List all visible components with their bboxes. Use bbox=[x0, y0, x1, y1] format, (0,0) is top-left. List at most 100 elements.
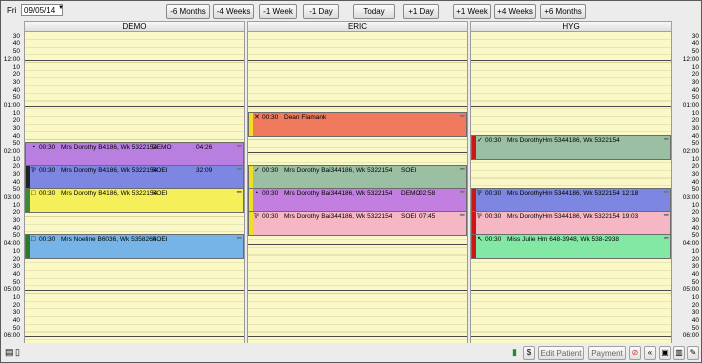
appointment-block[interactable]: ⅌ 00:30 Mrs Dorothy Bai344186, Wk 5322154 S… bbox=[248, 211, 467, 237]
appointment-length: 00:30 bbox=[262, 213, 279, 221]
payment-dollar-button[interactable]: $ bbox=[523, 346, 535, 360]
hour-line bbox=[471, 336, 671, 338]
appointment-length: 00:30 bbox=[39, 144, 56, 152]
grip-icon[interactable]: ▪▪▪ bbox=[664, 212, 670, 220]
appointment-block[interactable]: ◔ 00:30 Mrs Dorothy B4186, Wk 5322154 DEMO 0… bbox=[25, 142, 244, 168]
appointment-length: 00:30 bbox=[262, 190, 279, 198]
appointment-block[interactable]: ⅌ 00:30 Mrs DorothyHm 5344186, Wk 5322154 1… bbox=[471, 211, 671, 237]
appointment-block[interactable]: □ 00:30 Mrs Dorothy B4186, Wk 5322154 SOEI ▪… bbox=[25, 188, 244, 214]
nav-button-4-weeks[interactable]: -4 Weeks bbox=[213, 4, 254, 19]
appointment-length: 00:30 bbox=[262, 167, 279, 175]
nav-button-1-day[interactable]: +1 Day bbox=[403, 4, 439, 19]
provider-stripe bbox=[26, 166, 30, 190]
appointment-block[interactable]: ⅌ 00:30 Mrs DorothyHm 5344186, Wk 5322154 1… bbox=[471, 188, 671, 214]
payment-button[interactable]: Payment bbox=[588, 346, 626, 360]
appointment-block[interactable]: ✓ 00:30 Mrs Dorothy Bai344186, Wk 5322154 S… bbox=[248, 165, 467, 191]
provider-stripe bbox=[249, 112, 253, 136]
schedule-grid: 30 40 50 12:00 10 20 30 40 50 01:00 10 20 30 40 50 02:0… bbox=[1, 21, 701, 343]
grip-icon[interactable]: ▪▪▪ bbox=[237, 143, 243, 151]
column-header-eric[interactable]: ERIC bbox=[247, 21, 468, 32]
patient-name: Mrs Dorothy B4186, Wk 5322154 bbox=[61, 167, 158, 175]
nav-button-1-week[interactable]: -1 Week bbox=[259, 4, 297, 19]
hour-line bbox=[248, 290, 467, 292]
appointment-length: 00:30 bbox=[485, 190, 502, 198]
status-icon: ⅌ bbox=[31, 167, 36, 175]
nav-button-today[interactable]: Today bbox=[353, 4, 395, 19]
hour-line bbox=[25, 59, 244, 61]
date-dropdown-icon[interactable]: ▼ bbox=[58, 5, 64, 11]
status-icon: □ bbox=[31, 236, 36, 244]
date-picker[interactable]: 09/05/14 bbox=[21, 4, 63, 16]
nav-button-1-day[interactable]: -1 Day bbox=[303, 4, 339, 19]
grip-icon[interactable]: ▪▪▪ bbox=[664, 235, 670, 243]
elapsed-timer: 07:45 bbox=[419, 213, 436, 221]
appointment-block[interactable]: ◔ 00:30 Mrs Dorothy Bai344186, Wk 5322154 D… bbox=[248, 188, 467, 214]
grip-icon[interactable]: ▪▪▪ bbox=[460, 166, 466, 174]
appointment-code: SOEI bbox=[401, 213, 417, 221]
calendar-icon[interactable]: ▤ bbox=[5, 347, 14, 358]
provider-stripe bbox=[249, 212, 253, 236]
grip-icon[interactable]: ▪▪▪ bbox=[460, 189, 466, 197]
provider-stripe bbox=[26, 235, 30, 259]
hour-line bbox=[25, 290, 244, 292]
provider-stripe bbox=[472, 135, 476, 159]
appointment-length: 00:30 bbox=[39, 236, 56, 244]
appointment-code: SOEI bbox=[152, 167, 168, 175]
appointment-block[interactable]: ↖ 00:30 Miss Julie Hm 648-3948, Wk 538-293… bbox=[471, 234, 671, 260]
status-icon: ⅌ bbox=[477, 213, 482, 221]
left-time-column: 30 40 50 12:00 10 20 30 40 50 01:00 10 20 30 40 50 02:0… bbox=[1, 21, 22, 343]
chart-icon[interactable]: ▥ bbox=[673, 346, 685, 360]
elapsed-timer: 32:09 bbox=[196, 167, 213, 175]
status-icon: ◔ bbox=[254, 190, 259, 198]
grip-icon[interactable]: ▪▪▪ bbox=[460, 212, 466, 220]
status-icon: ⅌ bbox=[477, 190, 482, 198]
settings-icon[interactable]: ✎ bbox=[687, 346, 699, 360]
appointment-block[interactable]: □ 00:30 Mrs Noeline B6036, Wk 5358264 SOEI ▪… bbox=[25, 234, 244, 260]
nav-button-6-months[interactable]: +6 Months bbox=[540, 4, 586, 19]
appointment-block[interactable]: ✕ 00:30 Dean Flamank ▪▪▪ bbox=[248, 111, 467, 137]
provider-stripe bbox=[249, 189, 253, 213]
status-icon: ⅌ bbox=[254, 213, 259, 221]
back-icon[interactable]: « bbox=[644, 346, 656, 360]
grip-icon[interactable]: ▪▪▪ bbox=[460, 113, 466, 121]
patient-name: Dean Flamank bbox=[284, 113, 327, 121]
appointment-code: DEMO bbox=[401, 190, 421, 198]
grip-icon[interactable]: ▪▪▪ bbox=[664, 189, 670, 197]
provider-stripe bbox=[472, 189, 476, 213]
appointment-block[interactable]: ✓ 00:30 Mrs DorothyHm 5344186, Wk 5322154 ▪… bbox=[471, 134, 671, 160]
grip-icon[interactable]: ▪▪▪ bbox=[664, 136, 670, 144]
grip-icon[interactable]: ▪▪▪ bbox=[237, 235, 243, 243]
patient-name: Mrs DorothyHm 5344186, Wk 5322154 bbox=[507, 213, 620, 221]
clipboard-icon[interactable]: ▯ bbox=[15, 347, 20, 358]
patient-name: Mrs Noeline B6036, Wk 5358264 bbox=[61, 236, 157, 244]
elapsed-timer: 02:58 bbox=[419, 190, 436, 198]
trash-icon[interactable]: ▮ bbox=[512, 347, 517, 358]
hour-line bbox=[248, 244, 467, 246]
nav-button-6-months[interactable]: -6 Months bbox=[166, 4, 210, 19]
appointment-length: 00:30 bbox=[39, 167, 56, 175]
appointment-code: SOEI bbox=[401, 167, 417, 175]
column-header-hyg[interactable]: HYG bbox=[470, 21, 672, 32]
grip-icon[interactable]: ▪▪▪ bbox=[237, 166, 243, 174]
top-toolbar: Fri 09/05/14 ▼ -6 Months -4 Weeks -1 Week -… bbox=[1, 1, 701, 21]
status-icon: ◔ bbox=[31, 144, 36, 152]
time-label: 06:00 bbox=[3, 332, 20, 340]
column-header-demo[interactable]: DEMO bbox=[24, 21, 245, 32]
provider-stripe bbox=[26, 189, 30, 213]
edit-patient-button[interactable]: Edit Patient bbox=[538, 346, 584, 360]
hour-line bbox=[471, 105, 671, 107]
status-icon: ✓ bbox=[254, 167, 260, 175]
grip-icon[interactable]: ▪▪▪ bbox=[237, 189, 243, 197]
elapsed-timer: 12:18 bbox=[622, 190, 639, 198]
appointment-length: 00:30 bbox=[485, 136, 502, 144]
cancel-icon[interactable]: ⊘ bbox=[629, 346, 641, 360]
print-icon[interactable]: ▣ bbox=[659, 346, 671, 360]
nav-button-4-weeks[interactable]: +4 Weeks bbox=[494, 4, 536, 19]
nav-button-1-week[interactable]: +1 Week bbox=[453, 4, 491, 19]
patient-name: Mrs Dorothy Bai344186, Wk 5322154 bbox=[284, 190, 393, 198]
appointment-book-window: Fri 09/05/14 ▼ -6 Months -4 Weeks -1 Week -… bbox=[0, 0, 702, 363]
appointment-block[interactable]: ⅌ 00:30 Mrs Dorothy B4186, Wk 5322154 SOEI 3… bbox=[25, 165, 244, 191]
status-icon: ↖ bbox=[477, 236, 483, 244]
elapsed-timer: 19:03 bbox=[622, 213, 639, 221]
day-label: Fri bbox=[7, 6, 17, 15]
